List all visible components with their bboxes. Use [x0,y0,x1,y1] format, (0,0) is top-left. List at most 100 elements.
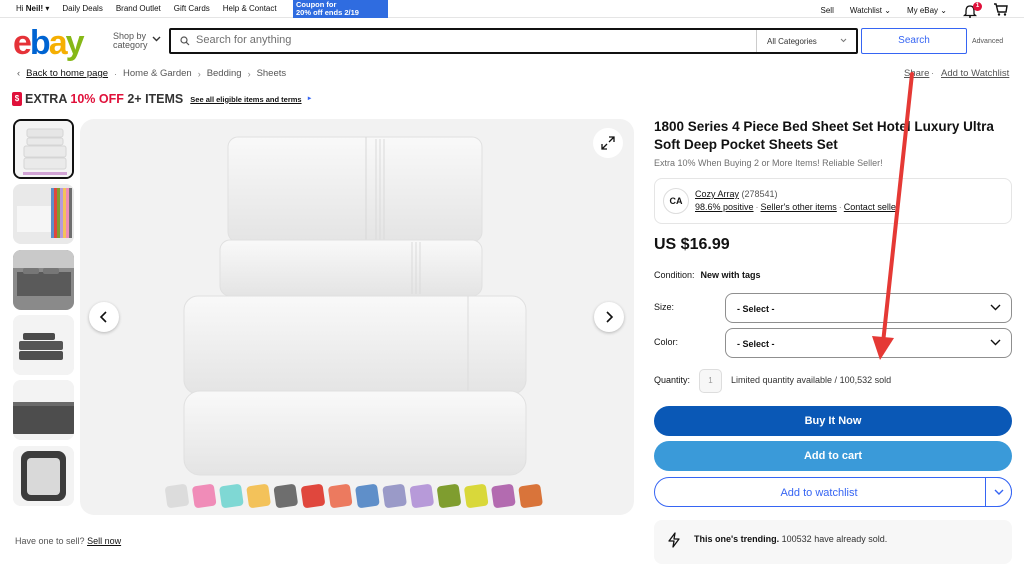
bed-sheet-set-image [165,136,543,508]
color-swatch [273,484,298,508]
color-swatch [382,484,407,508]
color-swatches [165,484,543,508]
condition: Condition: New with tags [654,270,761,280]
breadcrumb-chevron-icon: › [247,68,251,79]
quantity-input[interactable]: 1 [699,369,722,393]
thumbnail-4[interactable] [13,315,74,375]
chevron-down-icon [994,489,1003,495]
promo-text: EXTRA 10% OFF 2+ ITEMS [25,92,184,106]
notification-badge: 1 [973,1,982,11]
thumbnail-1[interactable] [13,119,74,179]
add-to-cart-button[interactable]: Add to cart [654,441,1012,471]
expand-icon [601,136,615,150]
chevron-down-icon [840,38,847,43]
search-icon [180,36,190,46]
chevron-down-icon [990,304,1001,311]
thumbnail-6[interactable] [13,446,74,506]
sell-now-link[interactable]: Sell now [87,536,121,546]
price-tag-icon: $ [12,92,22,106]
search-input[interactable]: Search for anything [196,34,291,46]
thumbnail-3[interactable] [13,250,74,310]
color-swatch [409,484,434,508]
back-to-home-link[interactable]: Back to home page [26,68,108,79]
seller-name-link[interactable]: Cozy Array [695,189,739,199]
chevron-down-icon [152,36,161,42]
seller-feedback-count: (278541) [741,189,778,199]
my-ebay-menu[interactable]: My eBay ⌄ [907,6,947,15]
color-swatch [518,484,543,508]
gift-cards-link[interactable]: Gift Cards [174,4,210,13]
color-label: Color: [654,337,679,347]
quantity-availability: Limited quantity available / 100,532 sol… [731,375,892,385]
notification-bell-icon[interactable]: 1 [962,1,982,18]
size-select[interactable]: - Select - [725,293,1012,323]
previous-image-button[interactable] [89,302,119,332]
add-to-watchlist-link[interactable]: Add to Watchlist [941,68,1009,79]
seller-name: Cozy Array (278541) [695,189,778,199]
chevron-down-icon: ⌄ [884,6,891,15]
brand-outlet-link[interactable]: Brand Outlet [116,4,161,13]
color-swatch [464,484,489,508]
breadcrumb-chevron-icon: › [197,68,201,79]
breadcrumb-home-garden[interactable]: Home & Garden [123,68,192,79]
category-select[interactable]: All Categories [756,30,856,52]
color-select[interactable]: - Select - [725,328,1012,358]
seller-card: CA Cozy Array (278541) 98.6% positive · Se… [654,178,1012,224]
condition-value: New with tags [700,270,761,280]
seller-links: 98.6% positive · Seller's other items · Cont… [695,202,899,212]
product-title: 1800 Series 4 Piece Bed Sheet Set Hotel … [654,119,994,152]
play-arrow-icon: ► [306,96,313,102]
sell-one-prompt: Have one to sell? Sell now [15,536,122,546]
cart-icon[interactable] [993,3,1008,18]
link-separator: · [931,68,935,79]
buy-it-now-button[interactable]: Buy It Now [654,406,1012,436]
user-name-link[interactable]: Neil! [26,4,43,13]
add-to-watchlist-button[interactable]: Add to watchlist [654,477,1012,507]
size-label: Size: [654,302,675,312]
trending-notice: This one's trending. 100532 have already… [654,520,1012,564]
watchlist-menu[interactable]: Watchlist ⌄ [850,6,891,15]
chevron-right-icon [606,311,614,323]
advanced-search-link[interactable]: Advanced [972,38,1003,45]
color-swatch [437,484,461,508]
thumbnail-2[interactable] [13,184,74,244]
sell-link[interactable]: Sell [821,6,834,15]
expand-image-button[interactable] [593,128,623,158]
chevron-down-icon [990,339,1001,346]
main-product-image[interactable] [80,119,634,515]
chevron-down-icon: ⌄ [940,6,947,15]
color-swatch [301,484,325,508]
top-bar: Hi Neil! ▾ Daily Deals Brand Outlet Gift… [0,0,1024,18]
help-contact-link[interactable]: Help & Contact [223,4,277,13]
breadcrumb-bedding[interactable]: Bedding [207,68,242,79]
color-swatch [246,484,271,508]
seller-logo[interactable]: CA [663,188,689,214]
seller-other-items-link[interactable]: Seller's other items [761,202,837,212]
color-swatch [491,484,516,508]
promo-terms-link[interactable]: See all eligible items and terms [190,95,301,104]
color-swatch [355,484,380,508]
color-swatch [165,484,189,508]
lightning-bolt-icon [668,532,680,548]
share-link[interactable]: Share [904,68,929,79]
watchlist-dropdown-button[interactable] [985,477,1012,507]
breadcrumb: ‹ Back to home page · Home & Garden › Be… [17,68,286,79]
greeting: Hi Neil! ▾ [16,4,50,13]
breadcrumb-sheets[interactable]: Sheets [257,68,287,79]
promo-banner: $ EXTRA 10% OFF 2+ ITEMS See all eligibl… [12,92,313,106]
seller-positive-link[interactable]: 98.6% positive [695,202,754,212]
coupon-banner[interactable]: Coupon for 20% off ends 2/19 [293,0,388,18]
color-swatch [328,484,353,508]
next-image-button[interactable] [594,302,624,332]
thumbnail-5[interactable] [13,380,74,440]
quantity-label: Quantity: [654,375,691,385]
search-button[interactable]: Search [861,28,967,54]
shop-by-category[interactable]: Shop by category [113,32,148,50]
back-chevron-icon[interactable]: ‹ [17,68,20,79]
contact-seller-link[interactable]: Contact seller [844,202,899,212]
daily-deals-link[interactable]: Daily Deals [62,4,102,13]
color-swatch [219,484,244,508]
ebay-logo[interactable]: ebay [13,24,85,63]
color-swatch [192,484,217,508]
coupon-line-2: 20% off ends 2/19 [296,8,359,17]
